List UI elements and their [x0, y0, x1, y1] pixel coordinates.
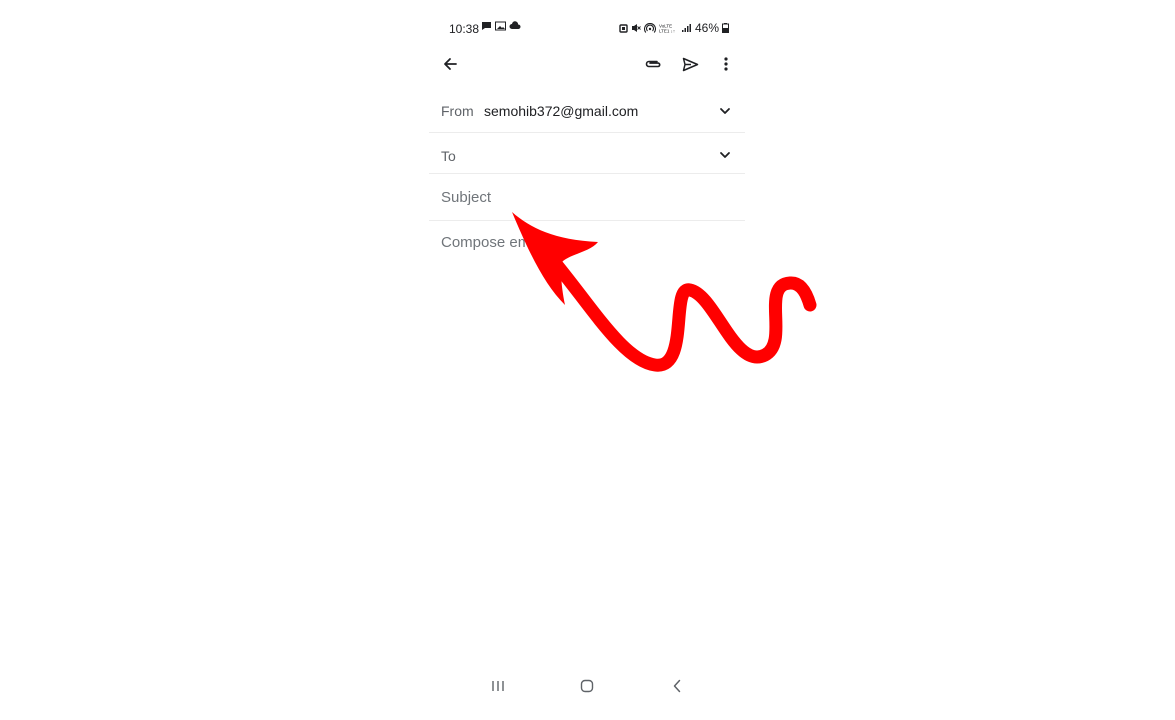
to-row[interactable]: To	[429, 133, 745, 174]
chevron-down-icon[interactable]	[717, 147, 733, 163]
hotspot-icon	[643, 23, 656, 33]
message-icon	[482, 22, 491, 30]
mute-icon	[631, 24, 641, 32]
from-row[interactable]: From semohib372@gmail.com	[429, 90, 745, 133]
status-notification-icons	[481, 21, 521, 31]
battery-icon	[722, 23, 729, 33]
volte-lte-icon: VoLTELTE1 ↓↑	[659, 24, 675, 34]
alarm-icon	[619, 24, 628, 33]
attach-button[interactable]	[641, 52, 665, 76]
to-label: To	[441, 148, 456, 164]
from-label: From	[441, 103, 474, 119]
recents-icon	[492, 681, 504, 691]
more-options-button[interactable]	[714, 52, 738, 76]
send-button[interactable]	[678, 52, 702, 76]
phone-screen: 10:38 VoLTE LTE1 ↓↑ 46% From semohib372@…	[429, 0, 745, 720]
battery-percent: 46%	[694, 21, 719, 35]
cloud-icon	[509, 21, 521, 29]
send-icon	[682, 57, 698, 71]
home-button[interactable]	[575, 676, 599, 696]
chevron-down-icon[interactable]	[717, 103, 733, 119]
subject-placeholder: Subject	[441, 189, 492, 206]
body-placeholder: Compose email	[441, 234, 546, 251]
compose-body-field[interactable]: Compose email	[429, 221, 745, 521]
compose-app-bar	[429, 50, 745, 80]
chevron-left-icon	[673, 679, 681, 693]
image-icon	[495, 21, 506, 31]
arrow-left-icon	[444, 58, 457, 70]
nav-back-button[interactable]	[665, 676, 689, 696]
status-time: 10:38	[449, 22, 480, 36]
home-icon	[580, 679, 594, 693]
status-bar: 10:38 VoLTE LTE1 ↓↑ 46%	[429, 14, 745, 42]
status-right-icons: VoLTE LTE1 ↓↑ 46%	[619, 21, 729, 35]
recent-apps-button[interactable]	[486, 676, 510, 696]
signal-icon	[681, 24, 691, 32]
more-vertical-icon	[724, 57, 728, 71]
subject-field[interactable]: Subject	[429, 174, 745, 221]
from-value: semohib372@gmail.com	[484, 103, 639, 119]
paperclip-icon	[645, 60, 661, 68]
system-nav-bar	[429, 672, 745, 700]
svg-text:LTE1 ↓↑: LTE1 ↓↑	[659, 29, 675, 34]
back-button[interactable]	[438, 52, 462, 76]
